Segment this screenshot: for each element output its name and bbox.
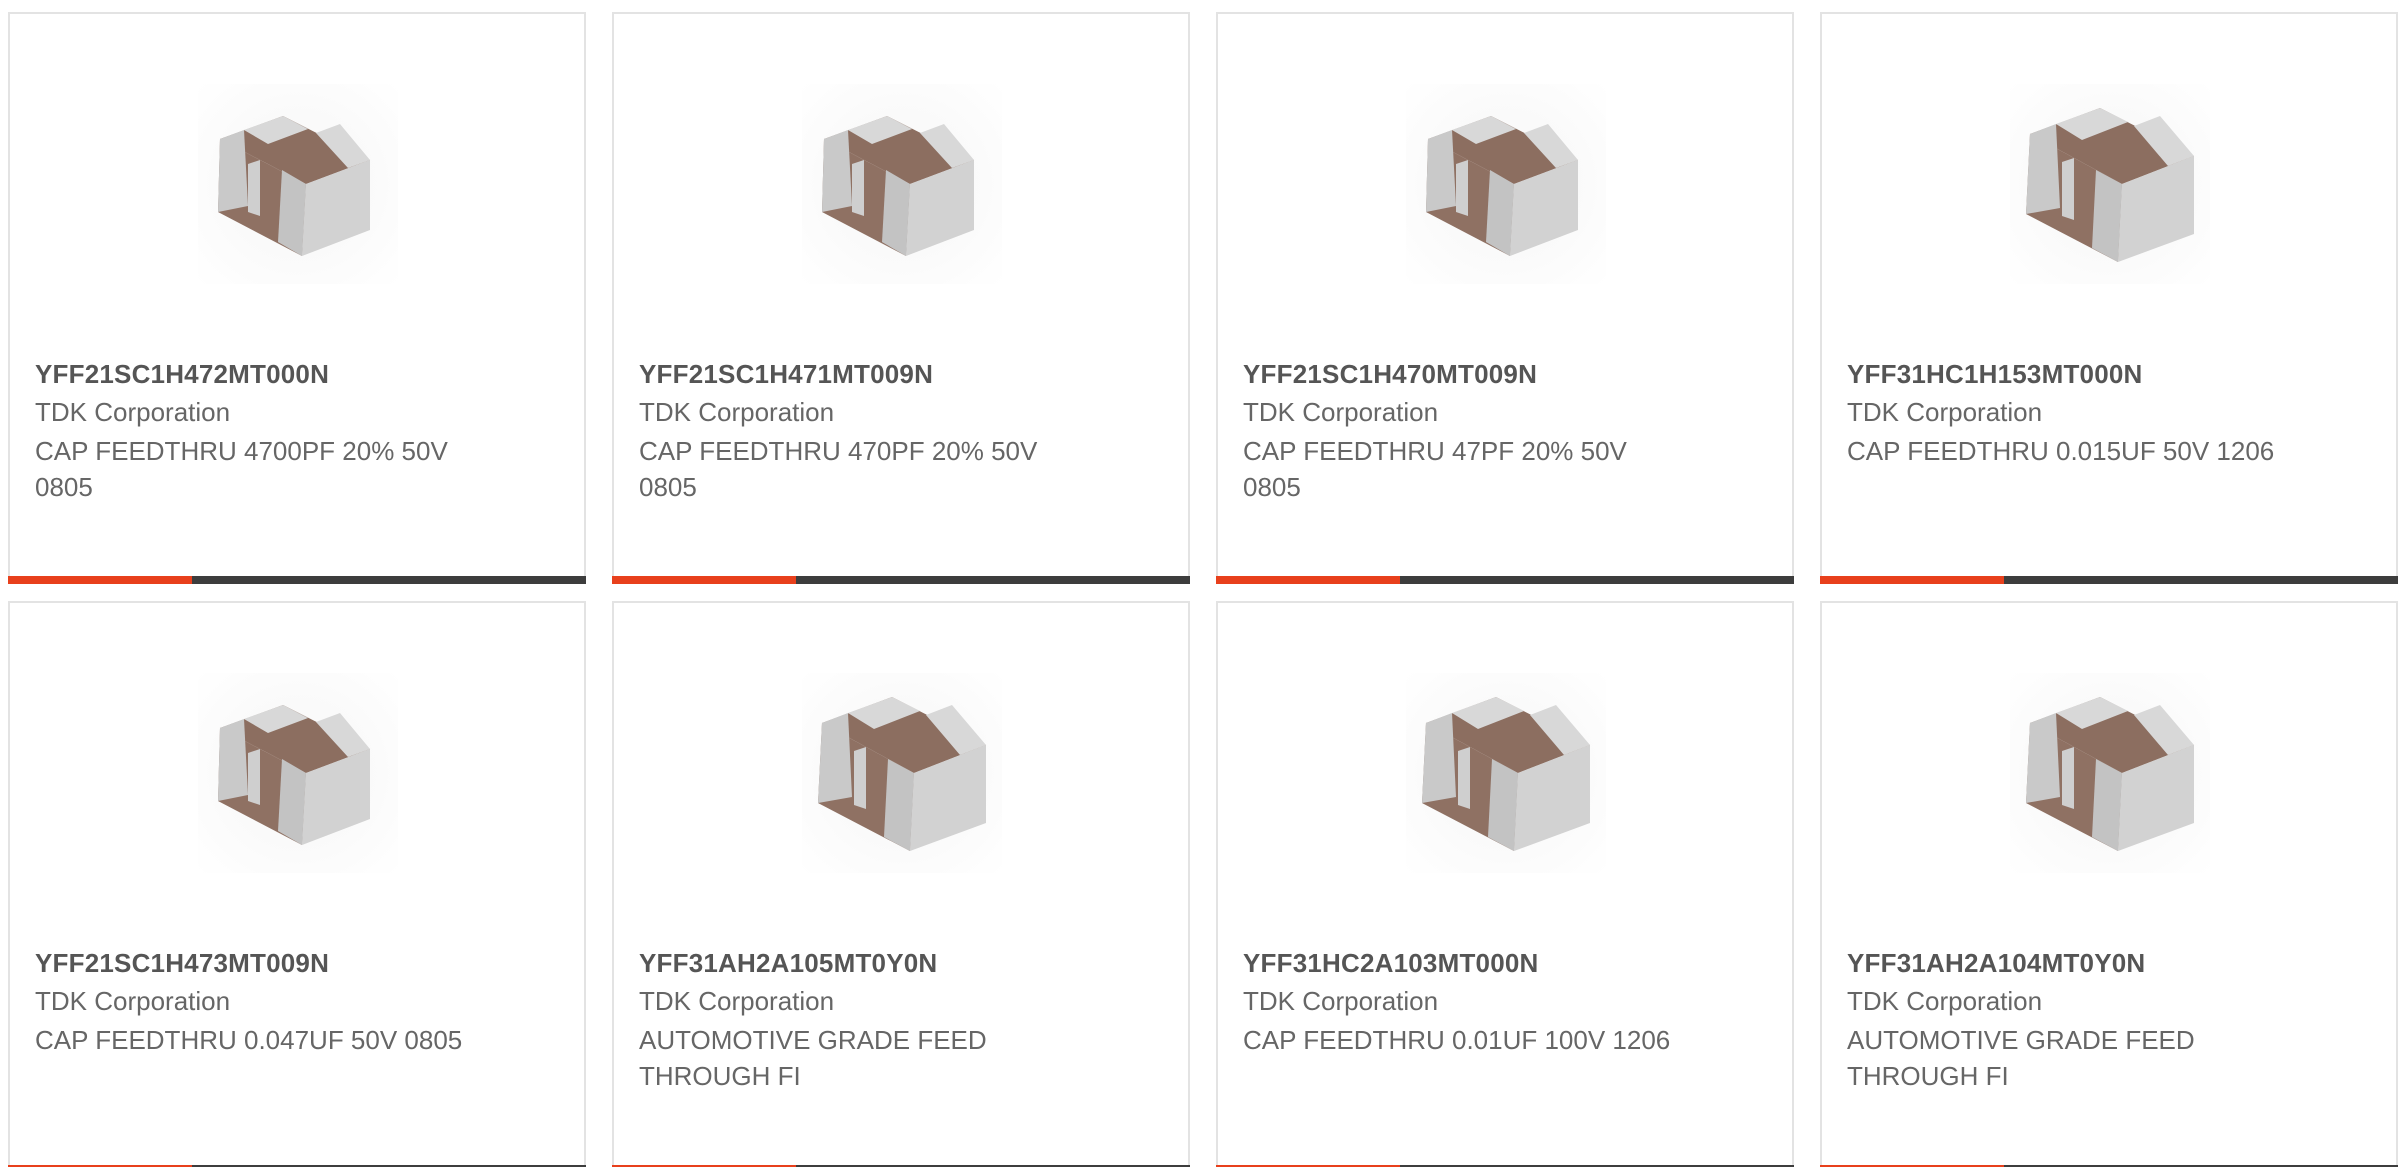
part-number[interactable]: YFF21SC1H470MT009N — [1243, 359, 1537, 390]
description: CAP FEEDTHRU 470PF 20% 50V 0805 — [639, 436, 1038, 502]
part-number[interactable]: YFF31HC1H153MT000N — [1847, 359, 2143, 390]
product-image[interactable] — [2010, 84, 2210, 284]
part-number[interactable]: YFF31HC2A103MT000N — [1243, 948, 1539, 979]
product-image[interactable] — [198, 84, 398, 284]
description: AUTOMOTIVE GRADE FEED THROUGH FI — [639, 1025, 987, 1091]
product-image[interactable] — [198, 673, 398, 873]
product-card[interactable]: YFF21SC1H472MT000N TDK Corporation CAP F… — [8, 12, 586, 584]
manufacturer: TDK Corporation — [35, 397, 231, 427]
description: AUTOMOTIVE GRADE FEED THROUGH FI — [1847, 1025, 2195, 1091]
product-grid: YFF21SC1H472MT000N TDK Corporation CAP F… — [0, 0, 2400, 1167]
capacitor-chip-icon — [218, 705, 370, 845]
manufacturer: TDK Corporation — [1243, 986, 1439, 1016]
description: CAP FEEDTHRU 4700PF 20% 50V 0805 — [35, 436, 448, 502]
description: CAP FEEDTHRU 0.015UF 50V 1206 — [1847, 436, 2275, 466]
product-image[interactable] — [2010, 673, 2210, 873]
description: CAP FEEDTHRU 0.047UF 50V 0805 — [35, 1025, 463, 1055]
product-image[interactable] — [802, 673, 1002, 873]
capacitor-chip-icon — [2026, 108, 2194, 262]
manufacturer: TDK Corporation — [1847, 986, 2043, 1016]
product-card[interactable]: YFF31AH2A104MT0Y0N TDK Corporation AUTOM… — [1820, 601, 2398, 1167]
manufacturer: TDK Corporation — [35, 986, 231, 1016]
capacitor-chip-icon — [1422, 697, 1590, 851]
description: CAP FEEDTHRU 47PF 20% 50V 0805 — [1243, 436, 1627, 502]
description: CAP FEEDTHRU 0.01UF 100V 1206 — [1243, 1025, 1671, 1055]
capacitor-chip-icon — [218, 116, 370, 256]
capacitor-chip-icon — [822, 116, 974, 256]
manufacturer: TDK Corporation — [639, 397, 835, 427]
capacitor-chip-icon — [2026, 697, 2194, 851]
card-progress-bar — [1820, 576, 2398, 584]
manufacturer: TDK Corporation — [1243, 397, 1439, 427]
product-image[interactable] — [1406, 673, 1606, 873]
part-number[interactable]: YFF21SC1H472MT000N — [35, 359, 329, 390]
product-card[interactable]: YFF31HC1H153MT000N TDK Corporation CAP F… — [1820, 12, 2398, 584]
card-progress-bar — [8, 576, 586, 584]
product-card[interactable]: YFF31AH2A105MT0Y0N TDK Corporation AUTOM… — [612, 601, 1190, 1167]
part-number[interactable]: YFF31AH2A105MT0Y0N — [639, 948, 937, 979]
card-bar-accent — [8, 576, 192, 584]
product-card[interactable]: YFF31HC2A103MT000N TDK Corporation CAP F… — [1216, 601, 1794, 1167]
card-bar-accent — [612, 576, 796, 584]
product-card[interactable]: YFF21SC1H471MT009N TDK Corporation CAP F… — [612, 12, 1190, 584]
product-card[interactable]: YFF21SC1H473MT009N TDK Corporation CAP F… — [8, 601, 586, 1167]
product-card[interactable]: YFF21SC1H470MT009N TDK Corporation CAP F… — [1216, 12, 1794, 584]
part-number[interactable]: YFF21SC1H473MT009N — [35, 948, 329, 979]
card-bar-accent — [1820, 576, 2004, 584]
card-progress-bar — [612, 576, 1190, 584]
product-image[interactable] — [802, 84, 1002, 284]
part-number[interactable]: YFF31AH2A104MT0Y0N — [1847, 948, 2145, 979]
part-number[interactable]: YFF21SC1H471MT009N — [639, 359, 933, 390]
card-bar-accent — [1216, 576, 1400, 584]
capacitor-chip-icon — [818, 697, 986, 851]
manufacturer: TDK Corporation — [1847, 397, 2043, 427]
product-image[interactable] — [1406, 84, 1606, 284]
card-progress-bar — [1216, 576, 1794, 584]
capacitor-chip-icon — [1426, 116, 1578, 256]
manufacturer: TDK Corporation — [639, 986, 835, 1016]
